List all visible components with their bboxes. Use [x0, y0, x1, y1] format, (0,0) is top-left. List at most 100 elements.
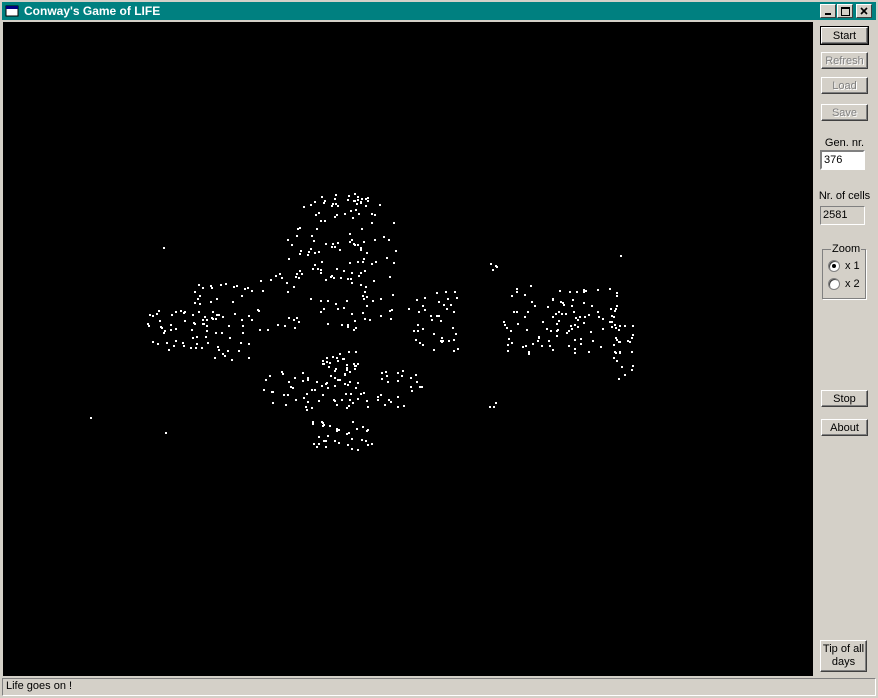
live-cell	[293, 319, 295, 321]
zoom-x2-option[interactable]: x 2	[828, 278, 860, 290]
live-cell	[326, 357, 328, 359]
live-cell	[413, 330, 415, 332]
live-cell	[339, 379, 341, 381]
generation-label: Gen. nr.	[824, 137, 865, 149]
load-button[interactable]: Load	[821, 77, 868, 94]
live-cell	[147, 323, 149, 325]
live-cell	[334, 377, 336, 379]
live-cell	[166, 342, 168, 344]
live-cell	[353, 329, 355, 331]
live-cell	[211, 287, 213, 289]
refresh-button[interactable]: Refresh	[821, 52, 868, 69]
live-cell	[397, 372, 399, 374]
start-button[interactable]: Start	[820, 26, 869, 45]
live-cell	[632, 365, 634, 367]
live-cell	[377, 399, 379, 401]
live-cell	[402, 370, 404, 372]
live-cell	[410, 386, 412, 388]
live-cell	[590, 331, 592, 333]
live-cell	[248, 315, 250, 317]
live-cell	[584, 316, 586, 318]
live-cell	[448, 340, 450, 342]
live-cell	[354, 320, 356, 322]
live-cell	[524, 316, 526, 318]
live-cell	[588, 314, 590, 316]
generation-field[interactable]: 376	[820, 150, 865, 170]
live-cell	[357, 261, 359, 263]
live-cell	[339, 353, 341, 355]
live-cell	[320, 300, 322, 302]
live-cell	[433, 333, 435, 335]
live-cell	[346, 364, 348, 366]
live-cell	[356, 428, 358, 430]
live-cell	[348, 351, 350, 353]
live-cell	[329, 362, 331, 364]
live-cell	[453, 339, 455, 341]
live-cell	[163, 332, 165, 334]
zoom-x1-option[interactable]: x 1	[828, 260, 860, 272]
live-cell	[202, 287, 204, 289]
live-cell	[350, 278, 352, 280]
live-cell	[318, 436, 320, 438]
life-grid-canvas[interactable]	[3, 22, 813, 676]
live-cell	[349, 381, 351, 383]
live-cell	[331, 205, 333, 207]
live-cell	[357, 449, 359, 451]
live-cell	[320, 220, 322, 222]
live-cell	[351, 313, 353, 315]
live-cell	[562, 302, 564, 304]
title-bar[interactable]: Conway's Game of LIFE	[2, 2, 876, 20]
live-cell	[348, 432, 350, 434]
live-cell	[575, 317, 577, 319]
live-cell	[366, 305, 368, 307]
live-cell	[316, 381, 318, 383]
live-cell	[336, 357, 338, 359]
live-cell	[214, 357, 216, 359]
save-button[interactable]: Save	[821, 104, 868, 121]
live-cell	[538, 336, 540, 338]
live-cell	[342, 358, 344, 360]
live-cell	[390, 401, 392, 403]
close-button[interactable]	[856, 4, 872, 18]
live-cell	[206, 330, 208, 332]
live-cell	[149, 314, 151, 316]
live-cell	[170, 324, 172, 326]
live-cell	[351, 438, 353, 440]
live-cell	[349, 371, 351, 373]
about-button[interactable]: About	[821, 419, 868, 436]
live-cell	[503, 321, 505, 323]
maximize-button[interactable]	[837, 4, 853, 18]
minimize-button[interactable]	[820, 4, 836, 18]
live-cell	[357, 196, 359, 198]
window-controls	[819, 4, 872, 18]
live-cell	[341, 399, 343, 401]
live-cell	[541, 345, 543, 347]
live-cell	[303, 397, 305, 399]
live-cell	[206, 325, 208, 327]
live-cell	[375, 261, 377, 263]
live-cell	[218, 314, 220, 316]
live-cell	[210, 285, 212, 287]
tip-button[interactable]: Tip of all days	[820, 640, 867, 672]
live-cell	[618, 341, 620, 343]
live-cell	[571, 305, 573, 307]
live-cell	[574, 339, 576, 341]
live-cell	[380, 315, 382, 317]
live-cell	[381, 372, 383, 374]
stop-button[interactable]: Stop	[821, 390, 868, 407]
live-cell	[347, 384, 349, 386]
live-cell	[454, 291, 456, 293]
live-cell	[300, 250, 302, 252]
live-cell	[583, 291, 585, 293]
cell-count-label: Nr. of cells	[818, 190, 871, 202]
live-cell	[310, 204, 312, 206]
live-cell	[430, 315, 432, 317]
live-cell	[362, 312, 364, 314]
live-cell	[296, 273, 298, 275]
live-cell	[440, 320, 442, 322]
live-cell	[441, 337, 443, 339]
live-cell	[337, 205, 339, 207]
live-cell	[389, 310, 391, 312]
live-cell	[286, 282, 288, 284]
live-cell	[345, 393, 347, 395]
